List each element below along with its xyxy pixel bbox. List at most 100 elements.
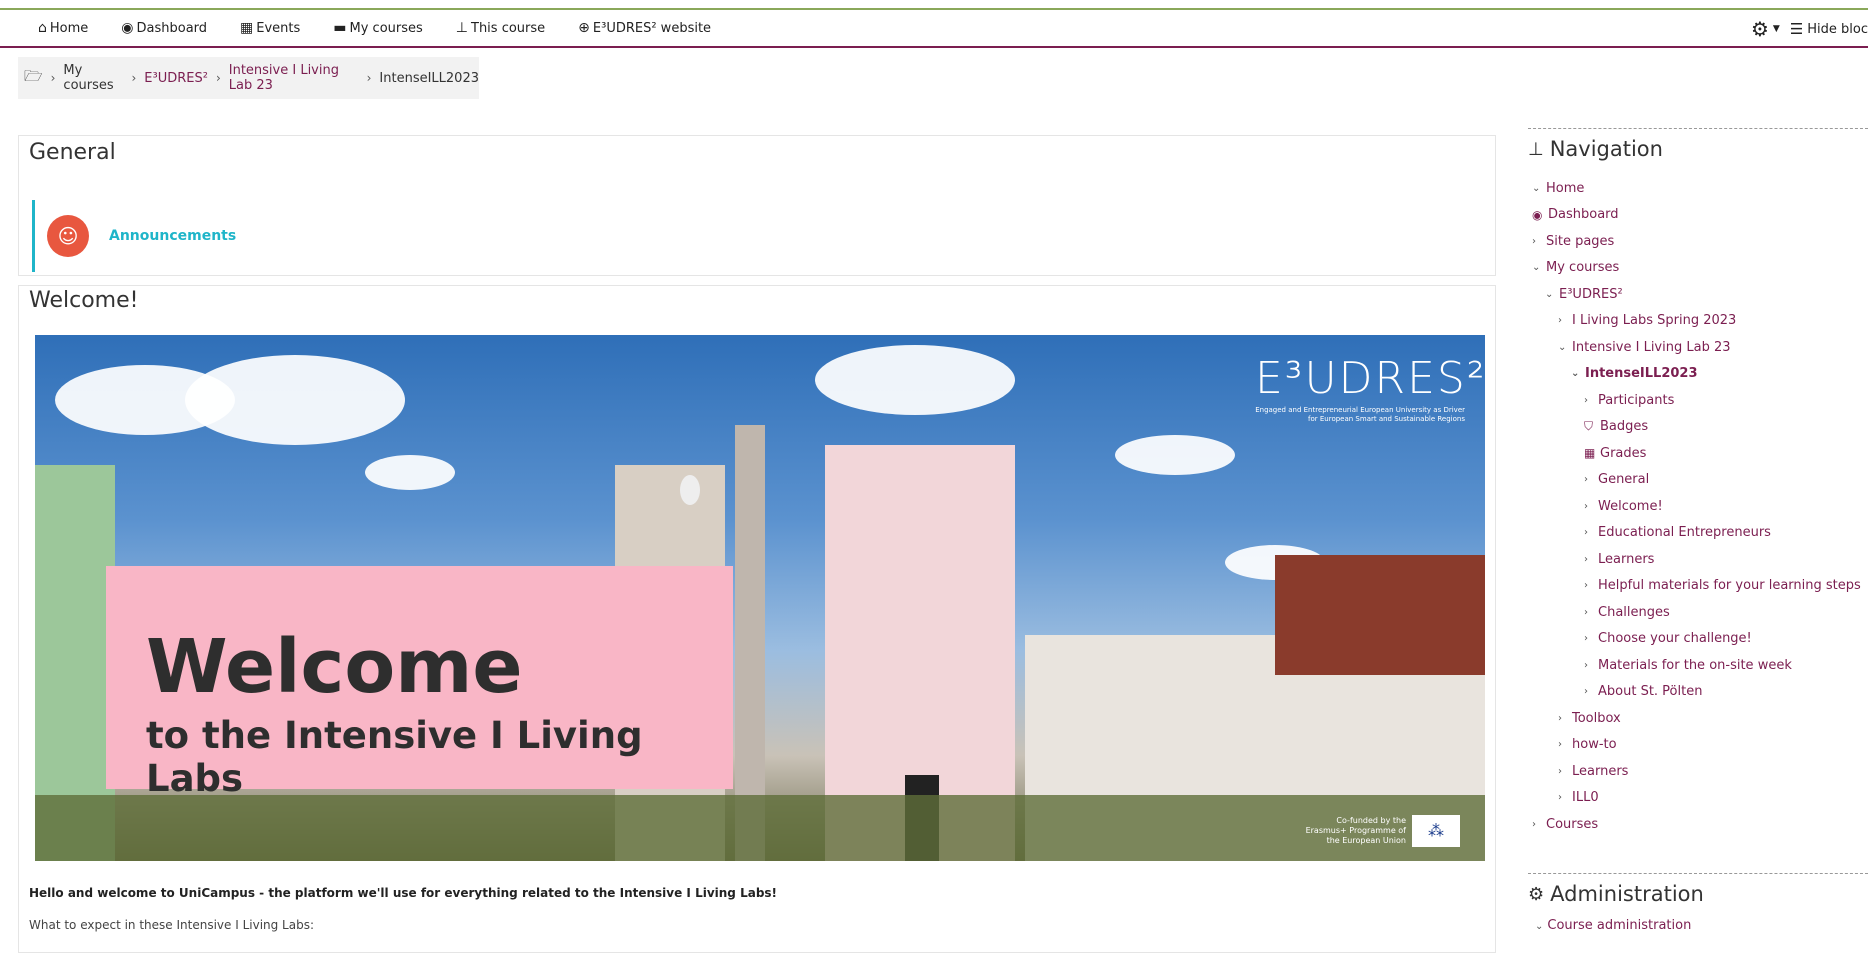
breadcrumb-eudres[interactable]: E³UDRES² (144, 71, 208, 86)
nav-my-courses[interactable]: ▬ My courses (333, 20, 423, 36)
eu-text: Co-funded by the Erasmus+ Programme of t… (1305, 816, 1406, 845)
nav-tree-item-label: Home (1546, 180, 1585, 196)
nav-tree-item[interactable]: › I Living Labs Spring 2023 (1528, 308, 1868, 335)
nav-tree-item[interactable]: › Educational Entrepreneurs (1528, 520, 1868, 547)
welcome-intro-text: Hello and welcome to UniCampus - the pla… (29, 886, 778, 900)
nav-tree-item-label: Welcome! (1598, 498, 1663, 514)
nav-tree-item[interactable]: ◉ Dashboard (1528, 202, 1868, 229)
breadcrumb: 🗁 › My courses › E³UDRES² › Intensive I … (18, 57, 479, 99)
nav-home[interactable]: ⌂ Home (38, 20, 88, 36)
nav-tree-item[interactable]: › Learners (1528, 546, 1868, 573)
nav-website-label: E³UDRES² website (592, 20, 712, 36)
nav-tree-item-label: Helpful materials for your learning step… (1598, 578, 1861, 594)
nav-tree-item[interactable]: › General (1528, 467, 1868, 494)
chevron-right-icon: › (1584, 659, 1588, 671)
breadcrumb-intensive[interactable]: Intensive I Living Lab 23 (229, 63, 359, 93)
chevron-right-icon: › (1532, 235, 1536, 247)
nav-dashboard[interactable]: ◉ Dashboard (121, 20, 207, 36)
breadcrumb-separator: › (131, 71, 137, 85)
nav-tree-item[interactable]: ⌄ My courses (1528, 255, 1868, 282)
chevron-right-icon: › (1584, 580, 1588, 592)
section-welcome-title: Welcome! (29, 288, 139, 313)
nav-this-course[interactable]: ⊥ This course (456, 20, 545, 36)
dashboard-icon: ◉ (1532, 207, 1543, 222)
nav-tree-item[interactable]: › Helpful materials for your learning ste… (1528, 573, 1868, 600)
nav-tree-item[interactable]: › Courses (1528, 811, 1868, 838)
nav-tree-item[interactable]: › ILL0 (1528, 785, 1868, 812)
administration-block-header: ⚙ Administration (1528, 873, 1868, 906)
nav-tree-item[interactable]: › Participants (1528, 387, 1868, 414)
nav-tree-item[interactable]: › Materials for the on-site week (1528, 652, 1868, 679)
nav-tree-item[interactable]: ⌄ Home (1528, 175, 1868, 202)
nav-tree-item-label: Choose your challenge! (1598, 631, 1752, 647)
right-sidebar: ⊥ Navigation ⌄ Home ◉ Dashboard › Site pages ⌄… (1528, 128, 1868, 933)
banner-subtitle-text: to the Intensive I Living Labs (146, 714, 643, 800)
welcome-banner-image: Welcome to the Intensive I Living Labs E… (35, 335, 1485, 861)
chevron-right-icon: › (1584, 553, 1588, 565)
dashboard-icon: ◉ (121, 20, 134, 36)
nav-tree-item[interactable]: › Challenges (1528, 599, 1868, 626)
folder-open-icon[interactable]: 🗁 (24, 66, 43, 91)
chevron-right-icon: › (1584, 394, 1588, 406)
nav-tree-item-label: I Living Labs Spring 2023 (1572, 313, 1737, 329)
announcements-link[interactable]: Announcements (109, 228, 236, 244)
nav-tree-item[interactable]: › Toolbox (1528, 705, 1868, 732)
breadcrumb-my-courses[interactable]: My courses (63, 63, 123, 93)
chevron-right-icon: › (1584, 527, 1588, 539)
chevron-down-icon: ⌄ (1571, 368, 1580, 380)
course-administration-label: Course administration (1547, 918, 1692, 933)
course-administration-item[interactable]: ⌄ Course administration (1528, 918, 1868, 933)
home-icon: ⌂ (38, 20, 47, 36)
indent-icon: ☰ (1789, 20, 1804, 38)
nav-tree-item[interactable]: › how-to (1528, 732, 1868, 759)
lifebuoy-icon: ⊕ (578, 20, 590, 36)
nav-website[interactable]: ⊕ E³UDRES² website (578, 20, 711, 36)
chevron-down-icon: ⌄ (1535, 921, 1544, 932)
banner-welcome-text: Welcome (146, 624, 523, 710)
shield-icon: ⛉ (1584, 419, 1594, 434)
nav-tree-item-label: Challenges (1598, 604, 1670, 620)
nav-home-label: Home (49, 20, 89, 36)
nav-this-course-label: This course (471, 20, 546, 36)
nav-tree-item[interactable]: › Site pages (1528, 228, 1868, 255)
nav-tree-item-label: how-to (1572, 737, 1617, 753)
chevron-right-icon: › (1558, 712, 1562, 724)
nav-tree-item-label: ILL0 (1572, 790, 1599, 806)
hide-blocks-button[interactable]: ☰ Hide bloc (1790, 20, 1868, 38)
nav-tree-item-label: Learners (1572, 763, 1629, 779)
welcome-overlay-box: Welcome to the Intensive I Living Labs (106, 566, 733, 800)
nav-tree-item-label: Learners (1598, 551, 1655, 567)
top-navbar: ⌂ Home ◉ Dashboard ▦ Events ▬ My courses ⊥ Th… (0, 10, 1868, 48)
nav-tree-item[interactable]: › Learners (1528, 758, 1868, 785)
nav-tree-item-label: Site pages (1546, 233, 1615, 249)
nav-tree-item-label: Dashboard (1548, 207, 1619, 223)
nav-tree-item-label: Toolbox (1572, 710, 1621, 726)
eu-cofunded: Co-funded by the Erasmus+ Programme of t… (1296, 815, 1460, 847)
nav-events[interactable]: ▦ Events (240, 20, 300, 36)
chevron-right-icon: › (1584, 606, 1588, 618)
nav-tree-item[interactable]: ⌄ IntenseILL2023 (1528, 361, 1868, 388)
nav-tree-item[interactable]: › Welcome! (1528, 493, 1868, 520)
nav-tree-item[interactable]: ⛉ Badges (1528, 414, 1868, 441)
nav-tree-item[interactable]: ⌄ Intensive I Living Lab 23 (1528, 334, 1868, 361)
breadcrumb-separator: › (366, 71, 372, 85)
caret-down-icon[interactable]: ▼ (1773, 24, 1780, 34)
nav-tree-item[interactable]: › About St. Pölten (1528, 679, 1868, 706)
section-general: General ☺ Announcements (18, 135, 1496, 276)
nav-my-courses-label: My courses (349, 20, 423, 36)
nav-events-label: Events (256, 20, 301, 36)
chevron-down-icon: ⌄ (1532, 262, 1541, 274)
nav-tree-item[interactable]: ⌄ E³UDRES² (1528, 281, 1868, 308)
gear-icon[interactable]: ⚙ (1751, 17, 1769, 41)
announcements-activity[interactable]: ☺ Announcements (32, 200, 236, 272)
hide-blocks-label: Hide bloc (1807, 21, 1868, 37)
nav-tree-item[interactable]: › Choose your challenge! (1528, 626, 1868, 653)
nav-tree-item-label: General (1598, 472, 1650, 488)
section-welcome: Welcome! Welcome to the Intensive I Livi… (18, 285, 1496, 953)
nav-tree-item-label: Courses (1546, 816, 1599, 832)
eu-flag-icon: ⁂ (1412, 815, 1460, 847)
eudres-logo-text: E³UDRES² (1255, 353, 1485, 404)
nav-tree-item[interactable]: ▦ Grades (1528, 440, 1868, 467)
chevron-right-icon: › (1558, 315, 1562, 327)
table-icon: ▦ (1584, 446, 1596, 461)
